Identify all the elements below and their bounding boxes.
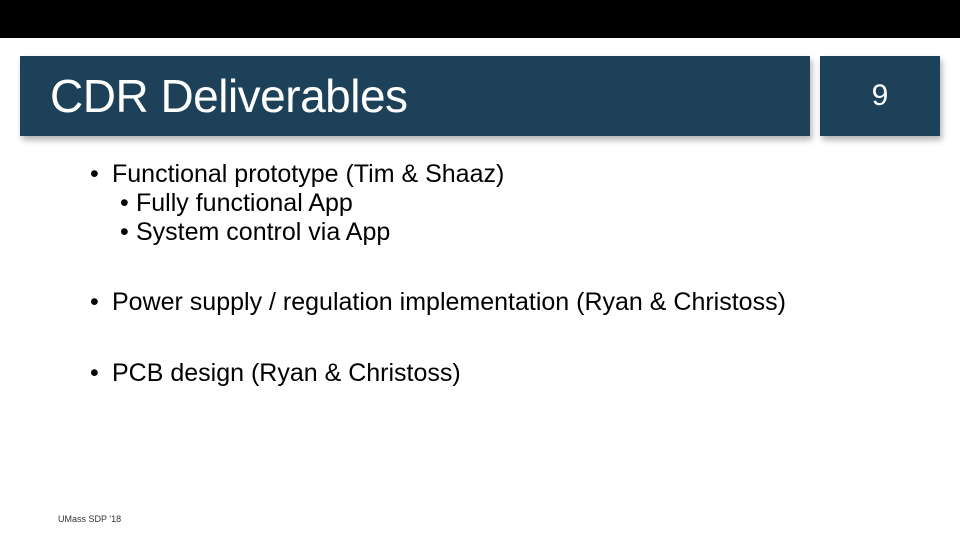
bullet-icon: •: [120, 218, 136, 247]
list-item: • Functional prototype (Tim & Shaaz): [90, 160, 900, 189]
list-item-text: Fully functional App: [136, 189, 900, 218]
content-area: • Functional prototype (Tim & Shaaz) • F…: [70, 160, 900, 430]
slide: CDR Deliverables 9 • Functional prototyp…: [0, 0, 960, 540]
list-item-text: Power supply / regulation implementation…: [112, 288, 900, 317]
list-item-text: PCB design (Ryan & Christoss): [112, 359, 900, 388]
list-item: • PCB design (Ryan & Christoss): [90, 359, 900, 388]
bullet-icon: •: [120, 189, 136, 218]
bullet-icon: •: [90, 288, 112, 317]
bullet-block-2: • Power supply / regulation implementati…: [70, 288, 900, 317]
slide-title: CDR Deliverables: [50, 69, 408, 123]
title-bar: CDR Deliverables: [20, 56, 810, 136]
list-item: • Fully functional App: [120, 189, 900, 218]
page-number-box: 9: [820, 56, 940, 136]
bullet-block-1: • Functional prototype (Tim & Shaaz) • F…: [70, 160, 900, 246]
bullet-block-3: • PCB design (Ryan & Christoss): [70, 359, 900, 388]
list-item-text: Functional prototype (Tim & Shaaz): [112, 160, 900, 189]
list-item: • System control via App: [120, 218, 900, 247]
page-number: 9: [872, 79, 889, 113]
bullet-icon: •: [90, 359, 112, 388]
bullet-icon: •: [90, 160, 112, 189]
list-item: • Power supply / regulation implementati…: [90, 288, 900, 317]
top-black-strip: [0, 0, 960, 38]
footer-label: UMass SDP '18: [58, 514, 121, 524]
list-item-text: System control via App: [136, 218, 900, 247]
